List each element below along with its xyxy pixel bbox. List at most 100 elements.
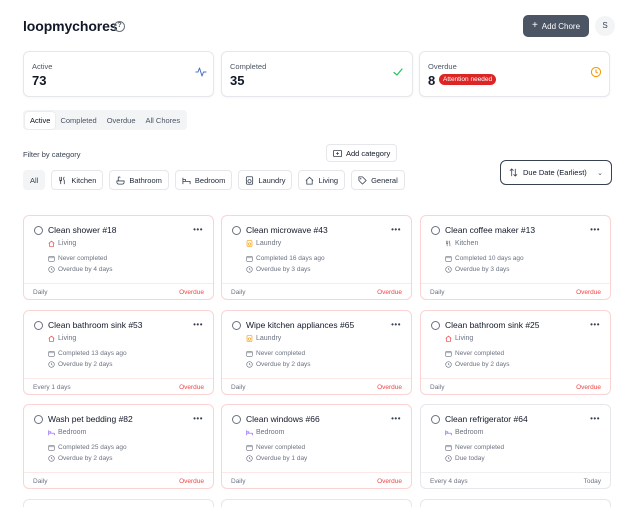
complete-checkbox[interactable] xyxy=(232,321,241,330)
more-options-icon[interactable]: ••• xyxy=(590,225,600,234)
stat-label-completed: Completed xyxy=(230,62,267,71)
chip-kitchen[interactable]: Kitchen xyxy=(51,170,104,190)
chore-last-completed-text: Completed 10 days ago xyxy=(455,255,524,262)
chore-last-completed-text: Never completed xyxy=(58,255,108,262)
chore-card[interactable]: Wash pet bedding #82 ••• Bedroom Complet… xyxy=(23,404,214,489)
tab-all-chores[interactable]: All Chores xyxy=(141,112,186,129)
chore-last-completed-text: Completed 13 days ago xyxy=(58,350,127,357)
chore-card[interactable]: Clean windows #66 ••• Bedroom Never comp… xyxy=(221,404,412,489)
chore-category: Living xyxy=(48,240,76,247)
tab-active[interactable]: Active xyxy=(25,111,56,129)
chore-last-completed-text: Completed 25 days ago xyxy=(58,444,127,451)
clock-icon xyxy=(246,361,253,368)
chip-general[interactable]: General xyxy=(351,170,405,190)
calendar-icon xyxy=(48,445,55,451)
complete-checkbox[interactable] xyxy=(431,226,440,235)
bath-icon xyxy=(116,175,125,185)
plus-icon: + xyxy=(531,20,538,31)
chore-due-text: Overdue by 1 day xyxy=(256,455,308,462)
avatar[interactable]: S xyxy=(595,16,615,36)
card-footer: Daily Overdue xyxy=(222,378,411,395)
chore-due: Overdue by 1 day xyxy=(246,455,307,462)
chore-status: Overdue xyxy=(576,289,601,296)
clock-icon xyxy=(48,361,55,368)
add-chore-button[interactable]: + Add Chore xyxy=(523,15,589,37)
complete-checkbox[interactable] xyxy=(232,415,241,424)
complete-checkbox[interactable] xyxy=(232,226,241,235)
chore-card[interactable]: Clean microwave #43 ••• Laundry Complete… xyxy=(221,215,412,300)
clock-icon xyxy=(590,66,602,78)
chore-frequency: Daily xyxy=(33,289,48,296)
chore-frequency: Daily xyxy=(231,289,246,296)
chore-last-completed-text: Never completed xyxy=(455,444,505,451)
chore-card-partial[interactable] xyxy=(221,499,412,507)
filter-label: Filter by category xyxy=(23,150,81,159)
chore-card-partial[interactable] xyxy=(23,499,214,507)
chore-category: Laundry xyxy=(246,335,281,342)
more-options-icon[interactable]: ••• xyxy=(590,414,600,423)
card-footer: Daily Overdue xyxy=(222,472,411,489)
more-options-icon[interactable]: ••• xyxy=(391,320,401,329)
chore-title: Clean bathroom sink #25 xyxy=(445,320,540,330)
chore-due: Overdue by 2 days xyxy=(246,361,311,368)
chore-last-completed: Never completed xyxy=(48,255,107,262)
chip-all[interactable]: All xyxy=(23,170,46,190)
chore-card[interactable]: Clean shower #18 ••• Living Never comple… xyxy=(23,215,214,300)
stat-label-active: Active xyxy=(32,62,53,71)
chore-category-label: Laundry xyxy=(256,335,282,342)
chore-title: Clean coffee maker #13 xyxy=(445,225,536,235)
chip-bedroom[interactable]: Bedroom xyxy=(174,170,233,190)
tab-overdue[interactable]: Overdue xyxy=(102,112,141,129)
sort-dropdown[interactable]: Due Date (Earliest) ⌄ xyxy=(500,160,612,185)
tab-completed[interactable]: Completed xyxy=(55,112,101,129)
more-options-icon[interactable]: ••• xyxy=(391,414,401,423)
more-options-icon[interactable]: ••• xyxy=(193,320,203,329)
chore-due-text: Overdue by 2 days xyxy=(256,361,311,368)
complete-checkbox[interactable] xyxy=(34,415,43,424)
chore-last-completed-text: Completed 16 days ago xyxy=(256,255,325,262)
utensils-icon xyxy=(446,240,451,247)
more-options-icon[interactable]: ••• xyxy=(391,225,401,234)
chore-card[interactable]: Clean coffee maker #13 ••• Kitchen Compl… xyxy=(420,215,611,300)
complete-checkbox[interactable] xyxy=(34,321,43,330)
calendar-icon xyxy=(246,351,253,357)
chip-kitchen-label: Kitchen xyxy=(71,175,97,185)
chevron-down-icon: ⌄ xyxy=(597,169,603,177)
chip-laundry-label: Laundry xyxy=(258,175,286,185)
add-category-button[interactable]: Add category xyxy=(326,144,398,162)
chore-status: Overdue xyxy=(576,384,601,391)
home-icon xyxy=(48,335,55,342)
chore-title: Wash pet bedding #82 xyxy=(48,414,133,424)
stat-value-active: 73 xyxy=(32,73,47,88)
chore-category: Living xyxy=(445,335,473,342)
chore-card[interactable]: Clean bathroom sink #25 ••• Living Never… xyxy=(420,310,611,395)
chore-last-completed: Completed 25 days ago xyxy=(48,444,127,451)
chore-due-text: Overdue by 3 days xyxy=(256,266,311,273)
chore-last-completed: Completed 16 days ago xyxy=(246,255,325,262)
activity-icon xyxy=(195,67,207,77)
more-options-icon[interactable]: ••• xyxy=(590,320,600,329)
chore-card[interactable]: Clean bathroom sink #53 ••• Living Compl… xyxy=(23,310,214,395)
chore-category-label: Bedroom xyxy=(455,429,484,436)
status-tabs: Active Completed Overdue All Chores xyxy=(23,110,188,130)
chore-last-completed: Completed 13 days ago xyxy=(48,350,127,357)
more-options-icon[interactable]: ••• xyxy=(193,414,203,423)
bed-icon xyxy=(445,430,452,436)
chore-due: Overdue by 4 days xyxy=(48,266,113,273)
complete-checkbox[interactable] xyxy=(34,226,43,235)
chip-bathroom[interactable]: Bathroom xyxy=(109,170,169,190)
more-options-icon[interactable]: ••• xyxy=(193,225,203,234)
chore-card[interactable]: Wipe kitchen appliances #65 ••• Laundry … xyxy=(221,310,412,395)
chore-card[interactable]: Clean refrigerator #64 ••• Bedroom Never… xyxy=(420,404,611,489)
chip-laundry[interactable]: Laundry xyxy=(238,170,293,190)
help-icon[interactable]: ? xyxy=(114,21,125,32)
chore-status: Overdue xyxy=(377,384,402,391)
chore-category-label: Living xyxy=(455,335,474,342)
chore-status: Today xyxy=(583,478,601,485)
complete-checkbox[interactable] xyxy=(431,321,440,330)
tag-icon xyxy=(358,175,367,185)
chore-due-text: Overdue by 3 days xyxy=(455,266,510,273)
chore-card-partial[interactable] xyxy=(420,499,611,507)
chip-living[interactable]: Living xyxy=(298,170,346,190)
complete-checkbox[interactable] xyxy=(431,415,440,424)
